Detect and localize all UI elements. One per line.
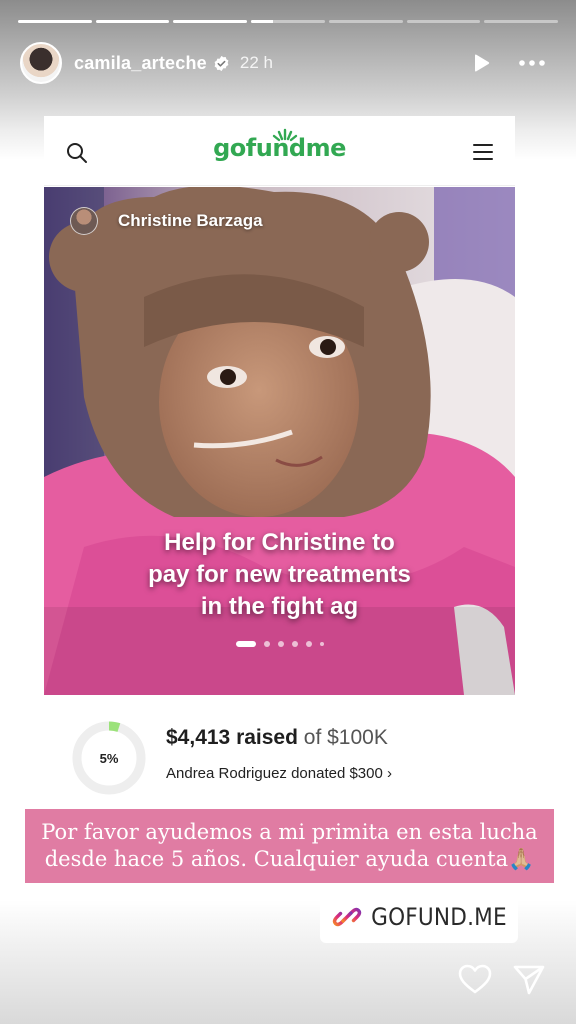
- more-options-icon[interactable]: [516, 52, 548, 74]
- post-timestamp: 22 h: [239, 53, 273, 72]
- username[interactable]: camila_arteche: [74, 53, 207, 74]
- story-progress-bar: [18, 20, 559, 23]
- story-caption: Por favor ayudemos a mi primita en esta …: [25, 809, 554, 883]
- headline-line: pay for new treatments: [148, 561, 411, 588]
- play-icon[interactable]: [470, 52, 492, 74]
- gofundme-logo[interactable]: gofundme: [44, 134, 515, 162]
- caption-line: desde hace 5 años. Cualquier ayuda cuent…: [44, 847, 535, 871]
- progress-percent: 5%: [99, 750, 119, 766]
- gofundme-navbar: gofundme: [44, 116, 515, 186]
- organizer-info[interactable]: Christine Barzaga: [70, 207, 263, 235]
- caption-line: Por favor ayudemos a mi primita en esta …: [41, 820, 538, 844]
- link-sticker[interactable]: GOFUND.ME: [320, 891, 518, 943]
- progress-segment-fill: [18, 20, 92, 23]
- carousel-dot[interactable]: [263, 641, 270, 647]
- progress-segment: [406, 20, 481, 23]
- campaign-photo[interactable]: Christine Barzaga Help for Christine to …: [44, 187, 515, 695]
- carousel-dot[interactable]: [235, 641, 256, 647]
- carousel-dot[interactable]: [305, 641, 312, 647]
- profile-avatar[interactable]: [20, 42, 62, 84]
- progress-segment: [18, 20, 92, 23]
- heart-icon[interactable]: [458, 964, 492, 996]
- amount-raised: $4,413 raised of $100K: [166, 726, 388, 750]
- progress-segment: [251, 20, 325, 23]
- send-icon[interactable]: [512, 964, 546, 996]
- progress-segment: [95, 20, 170, 23]
- photo-carousel-indicator[interactable]: [44, 641, 515, 647]
- raised-amount: $4,413 raised: [166, 726, 298, 749]
- progress-segment-fill: [251, 20, 274, 23]
- story-header: camila_arteche 22 h: [20, 40, 560, 86]
- progress-segment: [484, 20, 559, 23]
- instagram-story: camila_arteche 22 h gofundme Christine B…: [0, 0, 576, 1024]
- link-sticker-text: GOFUND.ME: [371, 903, 507, 931]
- campaign-headline: Help for Christine to pay for new treatm…: [84, 527, 475, 623]
- headline-line: Help for Christine to: [164, 529, 395, 556]
- recent-donation-text: Andrea Rodriguez donated $300: [166, 765, 383, 782]
- gofundme-screenshot-card: gofundme Christine Barzaga Help for Chri…: [44, 116, 515, 806]
- goal-amount: of $100K: [303, 726, 388, 749]
- organizer-name: Christine Barzaga: [118, 211, 263, 230]
- progress-segment: [328, 20, 403, 23]
- carousel-dot[interactable]: [291, 641, 298, 647]
- headline-line: in the fight ag: [200, 593, 359, 620]
- funding-summary: 5% $4,413 raised of $100K Andrea Rodrigu…: [44, 696, 515, 806]
- carousel-dot[interactable]: [277, 641, 284, 647]
- hamburger-menu-icon[interactable]: [473, 143, 493, 161]
- verified-badge-icon: [214, 55, 229, 71]
- recent-donation[interactable]: Andrea Rodriguez donated $300 ›: [166, 765, 392, 782]
- progress-segment-fill: [173, 20, 248, 23]
- progress-segment-fill: [95, 20, 170, 23]
- gofundme-wordmark: gofundme: [213, 134, 346, 162]
- link-icon: [333, 907, 362, 927]
- organizer-avatar: [70, 207, 98, 235]
- carousel-dot[interactable]: [319, 642, 324, 646]
- progress-segment: [173, 20, 248, 23]
- chevron-right-icon: ›: [387, 765, 393, 782]
